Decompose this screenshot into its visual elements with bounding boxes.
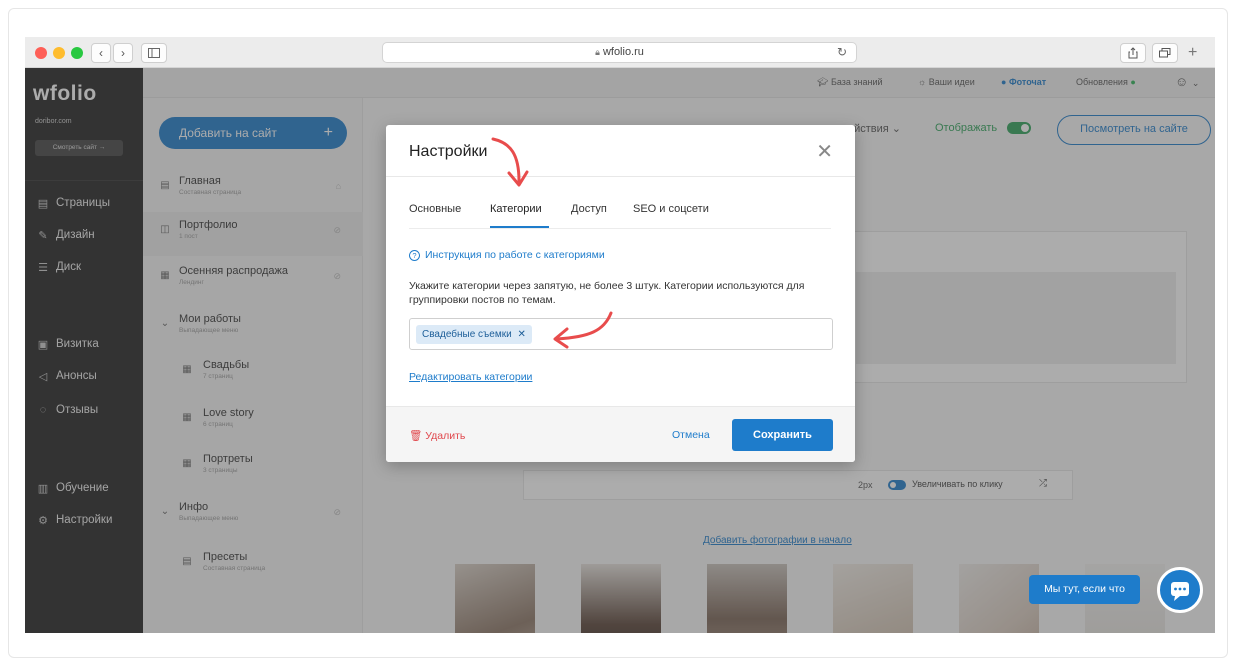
tab-main[interactable]: Основные (409, 203, 461, 215)
tabs-divider (409, 228, 831, 229)
tabs-icon (1159, 48, 1171, 58)
close-icon[interactable]: ✕ (816, 139, 833, 164)
close-window-dot[interactable] (35, 47, 47, 59)
trash-icon: 🗑︎ (409, 430, 423, 442)
categories-help-link[interactable]: ? Инструкция по работе с категориями (409, 249, 605, 261)
share-button[interactable] (1120, 43, 1146, 63)
reload-icon[interactable]: ↻ (837, 45, 847, 59)
tab-categories[interactable]: Категории (490, 203, 542, 215)
chat-button[interactable] (1157, 567, 1203, 613)
forward-button[interactable]: › (113, 43, 133, 63)
browser-window: ‹ › 🔒︎ wfolio.ru ↻ + wfolio doribor.com … (25, 37, 1215, 633)
category-tag: Свадебные съемки ✕ (416, 325, 532, 344)
browser-titlebar: ‹ › 🔒︎ wfolio.ru ↻ + (25, 37, 1215, 68)
save-button[interactable]: Сохранить (732, 419, 833, 451)
share-icon (1128, 47, 1138, 59)
sidebar-toggle-icon (148, 48, 160, 58)
cancel-button[interactable]: Отмена (672, 429, 710, 441)
modal-footer: 🗑︎ Удалить Отмена Сохранить (386, 406, 855, 462)
question-circle-icon: ? (409, 249, 420, 261)
remove-tag-icon[interactable]: ✕ (517, 329, 525, 340)
categories-input[interactable]: Свадебные съемки ✕ (409, 318, 833, 350)
tab-seo[interactable]: SEO и соцсети (633, 203, 709, 215)
back-button[interactable]: ‹ (91, 43, 111, 63)
tab-access[interactable]: Доступ (571, 203, 607, 215)
categories-description: Укажите категории через запятую, не боле… (409, 280, 805, 306)
annotation-arrow-icon (553, 311, 613, 349)
maximize-window-dot[interactable] (71, 47, 83, 59)
address-bar-url: wfolio.ru (602, 46, 644, 58)
modal-title: Настройки (409, 143, 488, 160)
category-tag-label: Свадебные съемки (422, 329, 512, 340)
lock-icon: 🔒︎ (595, 47, 600, 57)
delete-button[interactable]: 🗑︎ Удалить (409, 429, 465, 442)
tabs-overview-button[interactable] (1152, 43, 1178, 63)
settings-modal: Настройки ✕ Основные Категории Доступ SE… (386, 125, 855, 462)
address-bar[interactable]: 🔒︎ wfolio.ru (382, 42, 857, 63)
sidebar-toggle-button[interactable] (141, 43, 167, 63)
edit-categories-link[interactable]: Редактировать категории (409, 371, 532, 383)
chat-prompt[interactable]: Мы тут, если что (1029, 575, 1140, 604)
modal-divider (386, 176, 855, 177)
chat-bubble-icon (1171, 582, 1189, 601)
new-tab-icon[interactable]: + (1188, 44, 1197, 62)
minimize-window-dot[interactable] (53, 47, 65, 59)
delete-label: Удалить (425, 430, 466, 442)
annotation-arrow-icon (491, 137, 529, 187)
help-link-label: Инструкция по работе с категориями (425, 249, 605, 261)
